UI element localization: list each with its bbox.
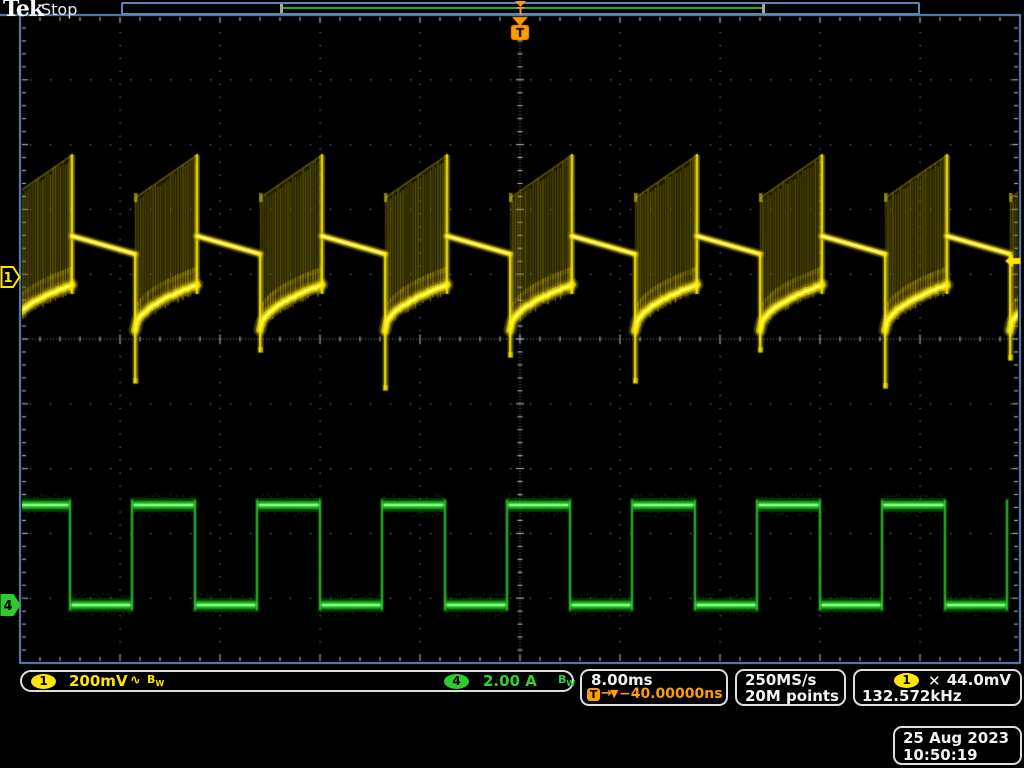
- window-bracket-right-icon: [762, 4, 765, 13]
- tek-logo: Tek: [3, 0, 43, 22]
- window-bracket-left-icon: [280, 4, 283, 13]
- ch4-marker-label: 4: [3, 599, 12, 614]
- acquisition-readout-box[interactable]: 250MS/s 20M points: [735, 669, 846, 706]
- record-trigger-position-icon[interactable]: T: [512, 0, 529, 16]
- time-label: 10:50:19: [903, 746, 978, 764]
- ch4-scale: 2.00 A: [483, 672, 537, 690]
- date-label: 25 Aug 2023: [903, 729, 1009, 747]
- datetime-box[interactable]: 25 Aug 2023 10:50:19: [893, 726, 1022, 765]
- ch1-marker-label: 1: [3, 271, 12, 286]
- ch4-bandwidth-icon: BW: [558, 673, 575, 688]
- ch1-coupling-icon: ∿: [130, 673, 141, 688]
- trigger-frequency: 132.572kHz: [862, 687, 962, 705]
- trigger-source-badge[interactable]: 1: [894, 673, 919, 688]
- oscilloscope-screen: Tek Stop T 1 4 1 200mV ∿ BW 4 2.00 A BW …: [0, 0, 1024, 768]
- graticule-canvas: [0, 0, 1024, 768]
- acquisition-status: Stop: [41, 0, 77, 19]
- ch4-bw-w: W: [566, 679, 575, 688]
- channel-readout-box[interactable]: 1 200mV ∿ BW 4 2.00 A BW: [20, 670, 574, 692]
- ch4-badge[interactable]: 4: [444, 674, 469, 689]
- horizontal-readout-box[interactable]: 8.00ms T → ▼ −40.00000ns: [580, 669, 728, 706]
- record-length: 20M points: [745, 687, 839, 705]
- ch1-bw-w: W: [155, 679, 164, 688]
- ch1-bandwidth-icon: BW: [147, 673, 164, 688]
- horizontal-delay: −40.00000ns: [619, 686, 723, 702]
- ch1-scale: 200mV: [69, 672, 128, 690]
- ch1-badge[interactable]: 1: [31, 674, 56, 689]
- ch4-position-marker[interactable]: 4: [0, 593, 21, 617]
- delay-slope-icon: ▼: [610, 687, 618, 700]
- trigger-t-badge-icon: T: [587, 688, 600, 701]
- ch1-position-marker[interactable]: 1: [0, 265, 21, 289]
- trigger-readout-box[interactable]: 1 ✕ 44.0mV 132.572kHz: [853, 669, 1022, 706]
- record-trigger-t-label: T: [517, 5, 525, 16]
